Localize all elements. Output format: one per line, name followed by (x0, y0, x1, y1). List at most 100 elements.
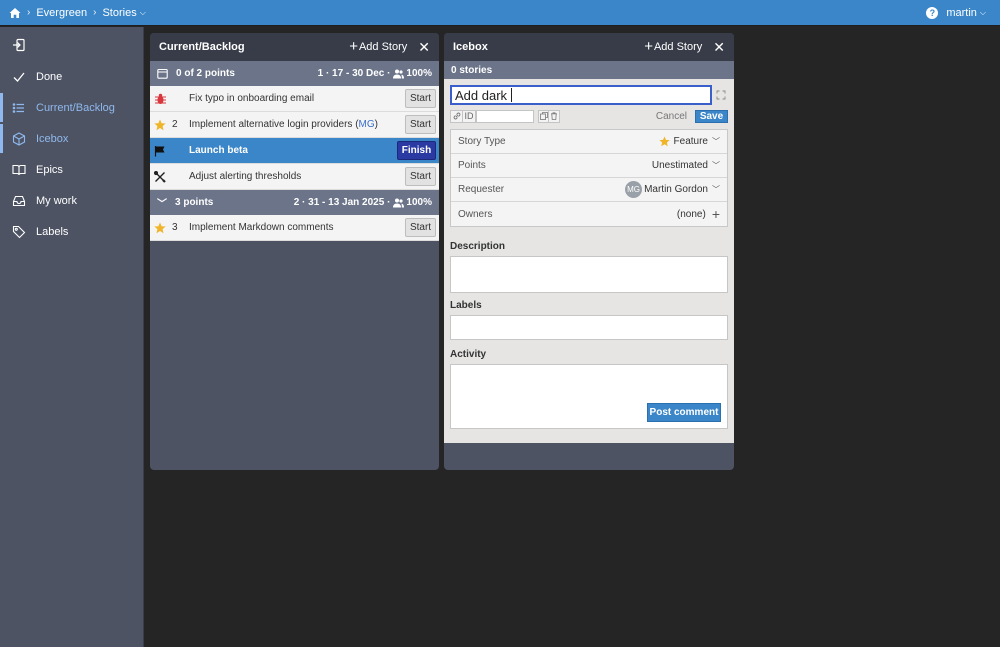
plus-icon: + (349, 38, 358, 55)
prop-value: Unestimated (651, 160, 708, 171)
sidebar: Done Current/Backlog Icebox Epics My wor… (0, 27, 144, 647)
list-icon (12, 101, 26, 115)
prop-label: Requester (458, 184, 505, 195)
start-button[interactable]: Start (405, 167, 436, 186)
chevron-down-icon: ﹀ (712, 137, 720, 146)
iteration-dates: 1 · 17 - 30 Dec · (317, 68, 391, 79)
story-row[interactable]: Adjust alerting thresholds Start (150, 164, 439, 190)
panel-title: Icebox (453, 41, 488, 53)
finish-button[interactable]: Finish (397, 141, 436, 160)
chevron-down-icon: ﹀ (712, 161, 720, 170)
panel-title: Current/Backlog (159, 41, 245, 53)
bug-icon (154, 93, 166, 105)
prop-value: Martin Gordon (644, 184, 708, 195)
iteration-points: 0 of 2 points (176, 68, 235, 79)
breadcrumb-separator: › (93, 7, 97, 18)
people-icon (393, 69, 405, 79)
user-area: ? martin ⌵ (926, 6, 986, 19)
people-icon (393, 198, 405, 208)
sidebar-item-label: Icebox (36, 132, 69, 145)
activity-comment-input[interactable]: Post comment (450, 364, 728, 429)
breadcrumb-project[interactable]: Evergreen (36, 7, 87, 19)
sidebar-item-icebox[interactable]: Icebox (0, 123, 144, 154)
add-story-label: Add Story (653, 41, 703, 53)
save-button[interactable]: Save (695, 109, 728, 123)
add-story-button[interactable]: + Add Story (349, 38, 407, 55)
add-owner-icon[interactable]: + (712, 207, 720, 221)
sidebar-item-done[interactable]: Done (0, 61, 144, 92)
link-icon[interactable] (450, 109, 463, 123)
tools-icon (154, 170, 166, 183)
chevron-down-icon[interactable]: ⌵ (980, 8, 986, 18)
story-title-value: Add dark (455, 87, 508, 103)
stories-count: 0 stories (444, 61, 734, 79)
chevron-down-icon[interactable]: ⌵ (140, 8, 146, 18)
id-label: ID (463, 109, 476, 123)
home-icon[interactable] (9, 7, 21, 19)
cancel-button[interactable]: Cancel (656, 111, 687, 122)
top-bar: › Evergreen › Stories ⌵ ? martin ⌵ (0, 0, 1000, 26)
sidebar-item-epics[interactable]: Epics (0, 154, 144, 185)
collapse-sidebar-icon[interactable] (12, 38, 26, 52)
prop-value: (none) (676, 208, 706, 220)
user-menu[interactable]: martin (946, 7, 977, 19)
story-row[interactable]: 3 Implement Markdown comments Start (150, 215, 439, 241)
owners-value: (none) + (676, 207, 720, 221)
title-row: Add dark (450, 85, 728, 105)
sidebar-item-label: My work (36, 194, 77, 207)
story-row[interactable]: 2 Implement alternative login providers … (150, 112, 439, 138)
prop-label: Owners (458, 208, 493, 220)
expand-icon[interactable] (716, 90, 726, 100)
copy-icon[interactable] (538, 109, 549, 123)
trash-icon[interactable] (549, 109, 560, 123)
sidebar-item-current-backlog[interactable]: Current/Backlog (0, 92, 144, 123)
start-button[interactable]: Start (405, 115, 436, 134)
story-row[interactable]: Fix typo in onboarding email Start (150, 86, 439, 112)
prop-value: Feature (673, 136, 708, 147)
iteration-info: 1 · 17 - 30 Dec · 100% (318, 68, 432, 79)
labels-input[interactable] (450, 315, 728, 340)
check-icon (12, 70, 26, 84)
inbox-icon (12, 194, 26, 208)
close-icon[interactable]: ✕ (713, 39, 725, 56)
owners-row[interactable]: Owners (none) + (451, 202, 727, 226)
sidebar-item-label: Epics (36, 163, 63, 176)
description-input[interactable] (450, 256, 728, 293)
points-row[interactable]: Points Unestimated ﹀ (451, 154, 727, 178)
story-type-row[interactable]: Story Type Feature ﹀ (451, 130, 727, 154)
flag-icon (154, 145, 166, 157)
story-owner-initials[interactable]: MG (359, 119, 375, 130)
start-button[interactable]: Start (405, 218, 436, 237)
story-points: 2 (172, 119, 178, 130)
points-select[interactable]: Unestimated ﹀ (652, 160, 720, 171)
iteration-header[interactable]: 0 of 2 points 1 · 17 - 30 Dec · 100% (150, 61, 439, 86)
chevron-down-icon[interactable]: ﹀ (157, 195, 167, 210)
story-type-select[interactable]: Feature ﹀ (658, 136, 720, 147)
help-icon[interactable]: ? (926, 6, 939, 19)
iteration-header[interactable]: ﹀ 3 points 2 · 31 - 13 Jan 2025 · 100% (150, 190, 439, 215)
sidebar-item-label: Done (36, 70, 63, 83)
story-title-input[interactable]: Add dark (450, 85, 712, 105)
sidebar-item-labels[interactable]: Labels (0, 216, 144, 247)
story-name: Implement Markdown comments (189, 222, 334, 233)
chevron-down-icon: ﹀ (712, 185, 720, 194)
requester-row[interactable]: Requester MG Martin Gordon ﹀ (451, 178, 727, 202)
avatar: MG (625, 181, 643, 198)
id-input[interactable] (476, 109, 534, 123)
post-comment-button[interactable]: Post comment (647, 403, 721, 422)
story-properties: Story Type Feature ﹀ Points Unestimated … (450, 129, 728, 227)
sidebar-item-label: Labels (36, 225, 69, 238)
breadcrumb-stories[interactable]: Stories (102, 7, 136, 19)
iteration-dates: 2 · 31 - 13 Jan 2025 · (293, 197, 391, 208)
iteration-info: 2 · 31 - 13 Jan 2025 · 100% (294, 197, 432, 208)
backlog-panel: Current/Backlog + Add Story ✕ 0 of 2 poin… (150, 33, 439, 470)
story-row[interactable]: Launch beta Finish (150, 138, 439, 164)
tag-icon (12, 225, 26, 239)
requester-select[interactable]: MG Martin Gordon ﹀ (625, 181, 720, 198)
start-button[interactable]: Start (405, 89, 436, 108)
add-story-button[interactable]: + Add Story (644, 39, 703, 54)
activity-label: Activity (450, 349, 487, 360)
close-icon[interactable]: ✕ (418, 39, 430, 56)
story-name: Fix typo in onboarding email (189, 93, 315, 104)
sidebar-item-my-work[interactable]: My work (0, 185, 144, 216)
